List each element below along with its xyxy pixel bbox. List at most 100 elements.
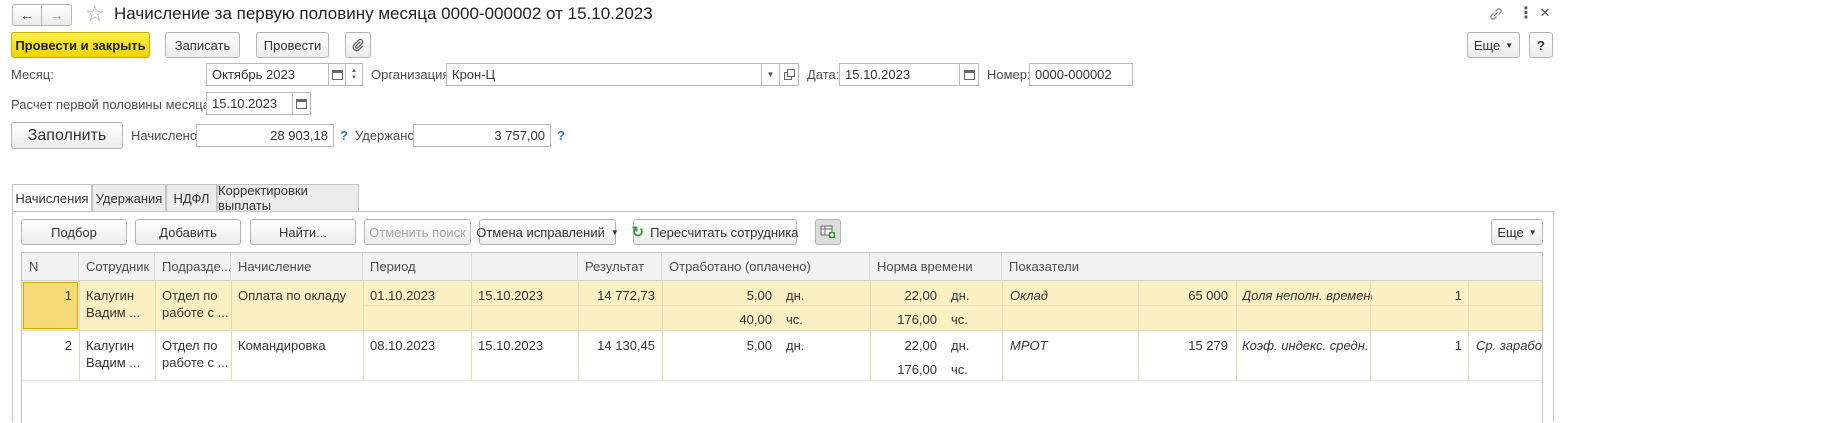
nav-back-button[interactable]: ← xyxy=(12,4,42,26)
number-label: Номер: xyxy=(987,67,1031,82)
month-calendar-button[interactable] xyxy=(329,63,346,86)
col-indicators[interactable]: Показатели xyxy=(1002,253,1542,281)
col-worked[interactable]: Отработано (оплачено) xyxy=(662,253,870,281)
subrow-divider xyxy=(363,305,1542,306)
col-separator xyxy=(1468,281,1469,381)
find-button[interactable]: Найти... xyxy=(250,219,356,245)
row-norm-hours: 176,00 xyxy=(897,362,937,377)
col-employee[interactable]: Сотрудник xyxy=(79,253,155,281)
accrued-field[interactable]: 28 903,18 xyxy=(196,124,334,147)
col-separator xyxy=(231,281,232,381)
row-dept-line1: Отдел по xyxy=(162,338,218,353)
more-menu-button[interactable]: Еще ▼ xyxy=(1467,32,1520,58)
help-button[interactable]: ? xyxy=(1529,32,1553,58)
chevron-down-icon: ▼ xyxy=(1528,227,1537,237)
tab-ndfl[interactable]: НДФЛ xyxy=(166,184,217,211)
col-accrual[interactable]: Начисление xyxy=(231,253,363,281)
org-dropdown-button[interactable]: ▼ xyxy=(762,63,780,86)
row-indicator1-name: МРОТ xyxy=(1010,338,1048,353)
add-button[interactable]: Добавить xyxy=(135,219,241,245)
cancel-search-button[interactable]: Отменить поиск xyxy=(364,219,471,245)
row-dept-line1: Отдел по xyxy=(162,288,218,303)
withheld-field[interactable]: 3 757,00 xyxy=(413,124,551,147)
col-department[interactable]: Подразде... xyxy=(155,253,231,281)
month-spinner[interactable]: ▲ ▼ xyxy=(346,63,363,86)
row-norm-days-unit: дн. xyxy=(951,288,970,303)
row-employee-line2: Вадим ... xyxy=(86,305,141,320)
accruals-table: N Сотрудник Подразде... Начисление Перио… xyxy=(21,252,1543,423)
date-field[interactable]: 15.10.2023 xyxy=(839,63,960,86)
save-button[interactable]: Записать xyxy=(165,32,240,58)
number-field[interactable]: 0000-000002 xyxy=(1029,63,1133,86)
col-norm[interactable]: Норма времени xyxy=(870,253,1002,281)
col-separator xyxy=(79,281,80,381)
table-settings-button[interactable] xyxy=(815,219,841,245)
chevron-down-icon: ▼ xyxy=(610,227,619,237)
table-more-label: Еще xyxy=(1497,224,1524,240)
table-row[interactable]: 1 Калугин Вадим ... Отдел по работе с ..… xyxy=(22,281,1542,331)
date-calendar-button[interactable] xyxy=(960,63,979,86)
table-add-icon xyxy=(820,225,835,238)
attach-button[interactable] xyxy=(345,32,371,58)
more-vertical-icon[interactable]: ⋮ xyxy=(1518,3,1534,23)
row-accrual: Оплата по окладу xyxy=(238,288,347,303)
col-period[interactable]: Период xyxy=(363,253,471,281)
open-window-icon xyxy=(783,69,795,80)
row-indicator3-name: Ср. заработо xyxy=(1476,338,1542,353)
col-period-to[interactable] xyxy=(471,253,578,281)
tab-payment-corrections[interactable]: Корректировки выплаты xyxy=(217,183,359,213)
accrued-help-icon[interactable]: ? xyxy=(340,128,348,143)
tab-accruals[interactable]: Начисления xyxy=(12,184,92,212)
post-button[interactable]: Провести xyxy=(256,32,329,58)
row-employee-line2: Вадим ... xyxy=(86,355,141,370)
withheld-help-icon[interactable]: ? xyxy=(557,128,565,143)
arrow-right-icon: → xyxy=(49,7,64,23)
table-more-button[interactable]: Еще ▼ xyxy=(1491,219,1543,245)
pick-button[interactable]: Подбор xyxy=(21,219,127,245)
month-field[interactable]: Октябрь 2023 xyxy=(206,63,329,86)
close-icon[interactable]: × xyxy=(1540,3,1550,23)
row-indicator2-name: Коэф. индекс. средн. xyxy=(1242,338,1369,353)
arrow-left-icon: ← xyxy=(20,7,34,23)
nav-forward-button[interactable]: → xyxy=(42,4,72,26)
col-separator xyxy=(870,281,871,381)
table-row[interactable]: 2 Калугин Вадим ... Отдел по работе с ..… xyxy=(22,331,1542,381)
window-title: Начисление за первую половину месяца 000… xyxy=(114,4,653,23)
col-result[interactable]: Результат xyxy=(578,253,662,281)
org-field[interactable]: Крон-Ц xyxy=(446,63,762,86)
row-worked-days: 5,00 xyxy=(746,288,772,303)
row-number: 1 xyxy=(64,288,72,303)
row-accrual: Командировка xyxy=(238,338,326,353)
tab-withholdings[interactable]: Удержания xyxy=(92,184,166,211)
calc-calendar-button[interactable] xyxy=(293,92,311,115)
row-period-from: 08.10.2023 xyxy=(370,338,436,353)
month-label: Месяц: xyxy=(11,67,54,82)
row-norm-hours: 176,00 xyxy=(897,312,937,327)
calc-until-field[interactable]: 15.10.2023 xyxy=(206,92,293,115)
org-open-button[interactable] xyxy=(780,63,799,86)
col-separator xyxy=(1236,281,1237,381)
row-dept-line2: работе с ... xyxy=(162,305,228,320)
accrued-label: Начислено: xyxy=(131,128,201,143)
favorite-star-icon[interactable]: ☆ xyxy=(85,2,105,26)
row-result: 14 130,45 xyxy=(597,338,655,353)
chevron-down-icon: ▼ xyxy=(766,70,775,79)
row-period-to: 15.10.2023 xyxy=(478,288,544,303)
row-indicator2-name: Доля неполн. времени xyxy=(1242,288,1372,303)
cancel-corrections-label: Отмена исправлений xyxy=(476,224,605,240)
cancel-corrections-button[interactable]: Отмена исправлений ▼ xyxy=(476,219,619,245)
link-icon[interactable] xyxy=(1488,6,1504,22)
row-indicator2-value: 1 xyxy=(1454,288,1462,303)
row-worked-hours-unit: чс. xyxy=(786,312,803,327)
recalc-employee-button[interactable]: ↻ Пересчитать сотрудника xyxy=(631,219,799,245)
date-label: Дата: xyxy=(807,67,840,82)
row-indicator1-name: Оклад xyxy=(1010,288,1048,303)
post-and-close-button[interactable]: Провести и закрыть xyxy=(11,32,150,58)
spin-up-icon: ▲ xyxy=(351,67,357,74)
row-worked-days-unit: дн. xyxy=(786,288,805,303)
row-result: 14 772,73 xyxy=(597,288,655,303)
row-worked-days-unit: дн. xyxy=(786,338,805,353)
col-n[interactable]: N xyxy=(22,253,79,281)
fill-button[interactable]: Заполнить xyxy=(11,122,123,149)
calc-until-label: Расчет первой половины месяца до: xyxy=(11,97,232,112)
